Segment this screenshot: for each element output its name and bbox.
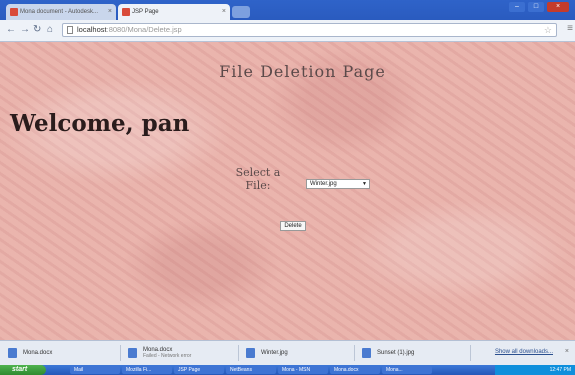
- start-button[interactable]: start: [0, 365, 46, 375]
- taskbar-item[interactable]: JSP Page: [174, 366, 224, 374]
- download-status: Failed - Network error: [143, 353, 192, 359]
- tab-jsp-page[interactable]: JSP Page ×: [118, 4, 230, 20]
- tab-favicon-icon: [122, 8, 130, 16]
- file-icon: [8, 348, 17, 358]
- address-path: :8080/Mona/Delete.jsp: [106, 25, 182, 34]
- file-icon: [246, 348, 255, 358]
- close-downloads-icon[interactable]: ×: [565, 348, 569, 355]
- taskbar-item[interactable]: NetBeans: [226, 366, 276, 374]
- page-title: File Deletion Page: [219, 62, 386, 81]
- download-name: Sunset (1).jpg: [377, 350, 415, 356]
- delete-button[interactable]: Delete: [280, 221, 306, 231]
- maximize-icon[interactable]: □: [528, 2, 544, 12]
- wrench-icon[interactable]: ≡: [567, 23, 573, 34]
- download-item[interactable]: Mona.docx Failed - Network error: [128, 345, 191, 361]
- taskbar-item[interactable]: Mona - MSN: [278, 366, 328, 374]
- home-icon[interactable]: ⌂: [47, 24, 53, 35]
- download-item[interactable]: Winter.jpg: [246, 345, 288, 361]
- taskbar-item[interactable]: Mozilla Fi...: [122, 366, 172, 374]
- download-name: Winter.jpg: [261, 350, 288, 356]
- tab-close-icon[interactable]: ×: [108, 8, 112, 15]
- browser-toolbar: ← → ↻ ⌂ localhost:8080/Mona/Delete.jsp ☆…: [0, 20, 575, 42]
- select-file-label: Select a File:: [235, 166, 281, 192]
- show-all-downloads-link[interactable]: Show all downloads...: [495, 349, 553, 355]
- windows-taskbar: start Mail Mozilla Fi... JSP Page NetBea…: [0, 365, 575, 375]
- minimize-icon[interactable]: –: [509, 2, 525, 12]
- back-arrow-icon[interactable]: ←: [6, 24, 16, 35]
- file-icon: [362, 348, 371, 358]
- file-icon: [128, 348, 137, 358]
- close-window-icon[interactable]: ×: [547, 2, 569, 12]
- download-item[interactable]: Sunset (1).jpg: [362, 345, 414, 361]
- tab-label: Mona document - Autodesk...: [20, 9, 99, 15]
- welcome-heading: Welcome, pan: [10, 110, 190, 137]
- address-bar[interactable]: localhost:8080/Mona/Delete.jsp ☆: [62, 23, 557, 37]
- download-separator: [120, 345, 121, 361]
- reload-icon[interactable]: ↻: [33, 24, 41, 35]
- selected-file-value: Winter.jpg: [310, 181, 337, 187]
- download-separator: [354, 345, 355, 361]
- download-separator: [238, 345, 239, 361]
- download-item[interactable]: Mona.docx: [8, 345, 52, 361]
- page-content: File Deletion Page Welcome, pan Select a…: [0, 42, 575, 340]
- taskbar-item[interactable]: Mona.docx: [330, 366, 380, 374]
- taskbar-item[interactable]: Mona...: [382, 366, 432, 374]
- file-select-dropdown[interactable]: Winter.jpg ▼: [306, 179, 370, 189]
- star-icon[interactable]: ☆: [544, 24, 552, 36]
- browser-tab-bar: Mona document - Autodesk... × JSP Page ×…: [0, 0, 575, 20]
- tab-favicon-icon: [10, 8, 18, 16]
- address-host: localhost: [77, 25, 107, 34]
- tab-mona-document[interactable]: Mona document - Autodesk... ×: [6, 4, 116, 20]
- new-tab-button[interactable]: [232, 6, 250, 18]
- dropdown-arrow-icon: ▼: [362, 181, 367, 187]
- forward-arrow-icon[interactable]: →: [20, 24, 30, 35]
- window-controls: – □ ×: [509, 2, 569, 12]
- tab-label: JSP Page: [132, 9, 159, 15]
- download-name: Mona.docx: [23, 350, 53, 356]
- taskbar-item[interactable]: Mail: [70, 366, 120, 374]
- download-separator: [470, 345, 471, 361]
- tab-close-icon[interactable]: ×: [222, 8, 226, 15]
- system-tray-clock: 12:47 PM: [495, 365, 575, 375]
- page-icon: [67, 26, 73, 34]
- downloads-bar: Mona.docx Mona.docx Failed - Network erro…: [0, 340, 575, 365]
